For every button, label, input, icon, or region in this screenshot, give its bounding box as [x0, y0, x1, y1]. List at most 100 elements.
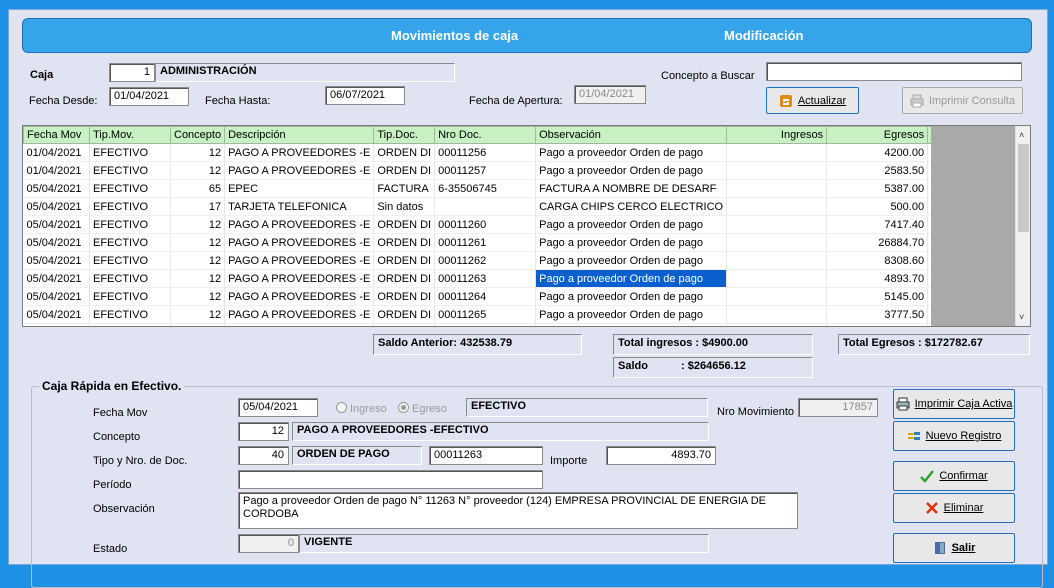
- table-cell[interactable]: PAGO A PROVEEDORES -E: [224, 251, 375, 270]
- table-cell[interactable]: 01/04/2021: [23, 143, 90, 162]
- table-cell[interactable]: EFECTIVO: [89, 197, 171, 216]
- table-cell[interactable]: 05/04/2021: [23, 197, 90, 216]
- table-cell[interactable]: 7417.40: [826, 215, 929, 234]
- table-cell[interactable]: Pago a proveedor Orden de pago: [535, 251, 728, 270]
- table-cell[interactable]: Pago a proveedor Orden de pago: [535, 143, 728, 162]
- table-cell[interactable]: Pago a proveedor Orden de pago: [535, 323, 728, 326]
- table-row[interactable]: 05/04/2021EFECTIVO12PAGO A PROVEEDORES -…: [23, 251, 983, 270]
- table-cell[interactable]: [434, 197, 537, 216]
- table-cell[interactable]: PAGO A PROVEEDORES -E: [224, 161, 375, 180]
- salir-button[interactable]: Salir: [893, 533, 1015, 563]
- table-cell[interactable]: PAGO A PROVEEDORES -E: [224, 305, 375, 324]
- table-row[interactable]: 05/04/2021EFECTIVO12PAGO A PROVEEDORES -…: [23, 269, 983, 288]
- table-cell[interactable]: 12: [170, 287, 226, 306]
- table-row[interactable]: 05/04/2021EFECTIVO12PAGO A PROVEEDORES -…: [23, 233, 983, 252]
- table-cell[interactable]: 00011260: [434, 215, 537, 234]
- table-row[interactable]: 05/04/2021EFECTIVO12PAGO A PROVEEDORES -…: [23, 215, 983, 234]
- table-cell[interactable]: 65: [170, 179, 226, 198]
- table-cell[interactable]: PAGO A PROVEEDORES -E: [224, 215, 375, 234]
- table-row[interactable]: 05/04/2021 EFECTIVO 17 TARJETA TELEFONICA Si…: [23, 197, 983, 216]
- scroll-down-icon[interactable]: ˅: [1019, 312, 1024, 322]
- table-cell[interactable]: 12: [170, 269, 226, 288]
- concepto-search-input[interactable]: [766, 62, 1022, 81]
- table-cell[interactable]: 00011262: [434, 251, 537, 270]
- table-cell[interactable]: 00011261: [434, 233, 537, 252]
- table-cell[interactable]: 12: [170, 233, 226, 252]
- table-cell[interactable]: TARJETA TELEFONICA: [224, 197, 375, 216]
- fecha-mov-input[interactable]: 05/04/2021: [238, 398, 318, 417]
- scroll-up-icon[interactable]: ˄: [1019, 130, 1024, 140]
- table-cell[interactable]: [726, 233, 828, 252]
- table-cell[interactable]: Pago a proveedor Orden de pago: [535, 269, 728, 288]
- table-cell[interactable]: 05/04/2021: [23, 251, 90, 270]
- table-cell[interactable]: 5387.00: [826, 179, 929, 198]
- table-cell[interactable]: [726, 251, 828, 270]
- table-cell[interactable]: EFECTIVO: [89, 233, 171, 252]
- table-cell[interactable]: 17: [170, 197, 226, 216]
- column-header[interactable]: Concepto: [169, 126, 226, 144]
- column-header[interactable]: Tip.Mov.: [89, 126, 171, 144]
- table-cell[interactable]: 8308.60: [826, 251, 929, 270]
- table-cell[interactable]: PAGO A PROVEEDORES -E: [224, 323, 375, 326]
- table-cell[interactable]: Pago a proveedor Orden de pago: [535, 161, 728, 180]
- table-cell[interactable]: ORDEN DI: [373, 323, 436, 326]
- scroll-thumb[interactable]: [1018, 144, 1029, 232]
- table-cell[interactable]: 00011263: [434, 269, 537, 288]
- column-header[interactable]: Tip.Doc.: [373, 126, 436, 144]
- table-cell[interactable]: CARGA CHIPS CERCO ELECTRICO: [535, 197, 728, 216]
- table-cell[interactable]: 12: [170, 143, 226, 162]
- table-row[interactable]: 05/04/2021 EFECTIVO 65 EPEC FACTURA 6-3550674…: [23, 179, 983, 198]
- table-cell[interactable]: 00011264: [434, 287, 537, 306]
- table-cell[interactable]: ORDEN DI: [373, 305, 436, 324]
- table-cell[interactable]: ORDEN DI: [373, 161, 436, 180]
- column-header[interactable]: Observación: [535, 126, 728, 144]
- grid-scrollbar[interactable]: ˄ ˅: [1015, 126, 1030, 326]
- column-header[interactable]: Egresos: [826, 126, 929, 144]
- table-cell[interactable]: EFECTIVO: [89, 251, 171, 270]
- table-cell[interactable]: [726, 269, 828, 288]
- fecha-hasta-input[interactable]: 06/07/2021: [325, 86, 405, 105]
- table-cell[interactable]: 14144.30: [826, 323, 929, 326]
- eliminar-button[interactable]: Eliminar: [893, 493, 1015, 523]
- table-row[interactable]: 05/04/2021EFECTIVO12PAGO A PROVEEDORES -…: [23, 323, 983, 326]
- table-cell[interactable]: [726, 143, 828, 162]
- table-cell[interactable]: 12: [170, 305, 226, 324]
- ingreso-radio[interactable]: Ingreso: [336, 402, 387, 415]
- table-cell[interactable]: ORDEN DI: [373, 233, 436, 252]
- table-cell[interactable]: EFECTIVO: [89, 305, 171, 324]
- imprimir-consulta-button[interactable]: Imprimir Consulta: [902, 87, 1023, 114]
- table-cell[interactable]: Pago a proveedor Orden de pago: [535, 233, 728, 252]
- table-cell[interactable]: EFECTIVO: [89, 323, 171, 326]
- observacion-textarea[interactable]: Pago a proveedor Orden de pago N° 11263 …: [238, 492, 798, 529]
- table-cell[interactable]: 26884.70: [826, 233, 929, 252]
- table-cell[interactable]: PAGO A PROVEEDORES -E: [224, 233, 375, 252]
- movements-grid[interactable]: Fecha Mov Tip.Mov. Concepto Descripción Tip.…: [22, 125, 1031, 327]
- table-cell[interactable]: 12: [170, 251, 226, 270]
- table-cell[interactable]: 12: [170, 161, 226, 180]
- table-cell[interactable]: [726, 161, 828, 180]
- table-cell[interactable]: PAGO A PROVEEDORES -E: [224, 287, 375, 306]
- table-cell[interactable]: ORDEN DI: [373, 251, 436, 270]
- table-cell[interactable]: 00011256: [434, 143, 537, 162]
- table-cell[interactable]: FACTURA A NOMBRE DE DESARF: [535, 179, 728, 198]
- table-cell[interactable]: 4200.00: [826, 143, 929, 162]
- importe-input[interactable]: 4893.70: [606, 446, 716, 465]
- nuevo-registro-button[interactable]: Nuevo Registro: [893, 421, 1015, 451]
- table-cell[interactable]: 12: [170, 323, 226, 326]
- table-cell[interactable]: EFECTIVO: [89, 215, 171, 234]
- table-cell[interactable]: 6-35506745: [434, 179, 537, 198]
- table-cell[interactable]: 05/04/2021: [23, 215, 90, 234]
- table-cell[interactable]: ORDEN DI: [373, 143, 436, 162]
- table-cell[interactable]: [726, 215, 828, 234]
- table-cell[interactable]: 00011265: [434, 305, 537, 324]
- table-cell[interactable]: 12: [170, 215, 226, 234]
- table-cell[interactable]: 5145.00: [826, 287, 929, 306]
- table-cell[interactable]: Pago a proveedor Orden de pago: [535, 215, 728, 234]
- table-cell[interactable]: FACTURA: [373, 179, 436, 198]
- table-cell[interactable]: EFECTIVO: [89, 269, 171, 288]
- table-cell[interactable]: ORDEN DI: [373, 287, 436, 306]
- tipo-doc-number-input[interactable]: 40: [238, 446, 289, 465]
- confirmar-button[interactable]: Confirmar: [893, 461, 1015, 491]
- table-row[interactable]: 05/04/2021EFECTIVO12PAGO A PROVEEDORES -…: [23, 287, 983, 306]
- column-header[interactable]: Ingresos: [726, 126, 828, 144]
